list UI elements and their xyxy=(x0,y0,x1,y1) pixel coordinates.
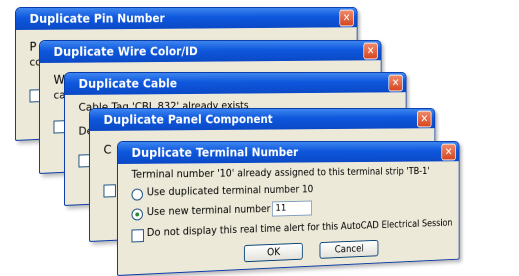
checkbox[interactable] xyxy=(103,184,116,198)
dialog-title: Duplicate Pin Number xyxy=(29,11,165,26)
message-fragment: C xyxy=(103,142,112,157)
dialog-title-bar[interactable]: Duplicate Panel Component ✕ xyxy=(89,108,435,131)
dialog-title: Duplicate Wire Color/ID xyxy=(53,44,198,59)
dialog-title: Duplicate Panel Component xyxy=(103,112,273,127)
message-fragment: P xyxy=(29,39,37,54)
dialog-title-bar[interactable]: Duplicate Wire Color/ID ✕ xyxy=(39,40,381,63)
radio-use-duplicated[interactable] xyxy=(131,188,143,201)
radio-use-duplicated-label[interactable]: Use duplicated terminal number 10 xyxy=(147,184,313,199)
close-icon[interactable]: ✕ xyxy=(388,74,403,92)
dialog-title: Duplicate Terminal Number xyxy=(131,145,299,160)
dialog-duplicate-terminal-number: Duplicate Terminal Number ✕ Terminal num… xyxy=(117,141,460,276)
message-text: Terminal number '10' already assigned to… xyxy=(131,165,430,181)
radio-use-new-number[interactable] xyxy=(131,208,143,221)
close-icon[interactable]: ✕ xyxy=(339,9,354,27)
do-not-display-label[interactable]: Do not display this real time alert for … xyxy=(147,218,453,239)
dialog-title-bar[interactable]: Duplicate Terminal Number ✕ xyxy=(117,141,459,164)
close-icon[interactable]: ✕ xyxy=(363,42,378,60)
ok-button[interactable]: OK xyxy=(243,242,303,263)
cancel-button[interactable]: Cancel xyxy=(319,239,379,259)
dialog-title: Duplicate Cable xyxy=(78,76,178,91)
new-terminal-number-input[interactable]: 11 xyxy=(271,200,313,217)
close-icon[interactable]: ✕ xyxy=(417,110,432,128)
dialog-title-bar[interactable]: Duplicate Pin Number ✕ xyxy=(15,7,357,30)
radio-use-new-number-label[interactable]: Use new terminal number xyxy=(147,203,271,218)
close-icon[interactable]: ✕ xyxy=(441,143,456,161)
do-not-display-checkbox[interactable] xyxy=(131,229,144,243)
dialog-title-bar[interactable]: Duplicate Cable ✕ xyxy=(64,72,406,95)
